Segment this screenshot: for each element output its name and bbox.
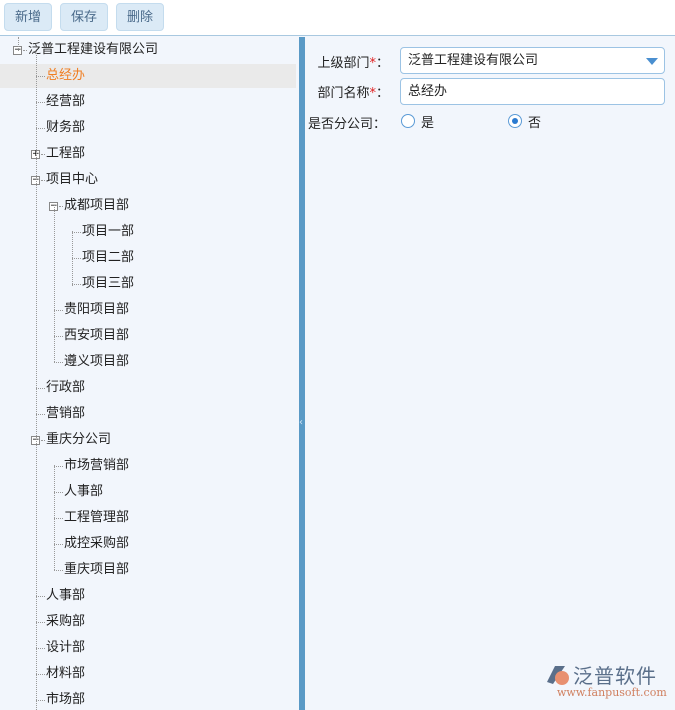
tree-line [54, 465, 55, 570]
parent-department-select[interactable]: 泛普工程建设有限公司 [400, 47, 665, 74]
tree-line [54, 362, 63, 363]
dropdown-caret-icon [646, 58, 658, 65]
tree-node-label: 西安项目部 [64, 328, 130, 343]
tree-node-label: 设计部 [46, 640, 86, 655]
tree-node[interactable]: 经营部 [0, 90, 296, 114]
tree-node-label: 行政部 [46, 380, 86, 395]
tree-line [54, 336, 63, 337]
tree-node[interactable]: − 成都项目部 [0, 194, 296, 218]
tree-line [54, 570, 63, 571]
department-form: 上级部门*： 泛普工程建设有限公司 部门名称*： 总经办 是否分公司： 是 否 [305, 37, 675, 710]
radio-yes-label: 是 [421, 116, 435, 131]
tree-node[interactable]: 重庆项目部 [0, 558, 296, 582]
tree-node-label: 人事部 [46, 588, 86, 603]
tree-line [36, 49, 37, 710]
tree-node-label: 总经办 [46, 68, 86, 83]
tree-line [36, 674, 45, 675]
tree-node-label: 人事部 [64, 484, 104, 499]
tree-node[interactable]: 西安项目部 [0, 324, 296, 348]
tree-node[interactable]: 人事部 [0, 480, 296, 504]
tree-node[interactable]: 工程管理部 [0, 506, 296, 530]
tree-line [54, 518, 63, 519]
tree-line [36, 102, 45, 103]
tree-node[interactable]: 市场营销部 [0, 454, 296, 478]
tree-node-label: 项目一部 [82, 224, 135, 239]
save-button[interactable]: 保存 [60, 3, 109, 31]
tree-node[interactable]: 营销部 [0, 402, 296, 426]
tree-node[interactable]: 成控采购部 [0, 532, 296, 556]
tree-node-label: 遵义项目部 [64, 354, 130, 369]
tree-node[interactable]: 项目三部 [0, 272, 296, 296]
tree-node-label: 重庆分公司 [46, 432, 112, 447]
radio-yes[interactable] [401, 114, 415, 128]
tree-node[interactable]: 项目二部 [0, 246, 296, 270]
radio-no-label: 否 [528, 116, 542, 131]
tree-line [72, 284, 81, 285]
tree-node[interactable]: 贵阳项目部 [0, 298, 296, 322]
tree-node-label: 市场部 [46, 692, 86, 707]
tree-node[interactable]: 遵义项目部 [0, 350, 296, 374]
toolbar: 新增 保存 删除 [0, 0, 675, 36]
tree-node[interactable]: 财务部 [0, 116, 296, 140]
tree-line [54, 492, 63, 493]
department-name-input[interactable]: 总经办 [400, 78, 665, 105]
tree-node-label: 市场营销部 [64, 458, 130, 473]
tree-node[interactable]: − 重庆分公司 [0, 428, 296, 452]
tree-node-label: 项目中心 [46, 172, 99, 187]
tree-line [18, 37, 19, 51]
tree-node[interactable]: − 项目中心 [0, 168, 296, 192]
delete-button[interactable]: 删除 [116, 3, 165, 31]
tree-node[interactable]: 设计部 [0, 636, 296, 660]
tree-node[interactable]: 材料部 [0, 662, 296, 686]
add-button[interactable]: 新增 [4, 3, 53, 31]
tree-node[interactable]: 项目一部 [0, 220, 296, 244]
tree-line [54, 466, 63, 467]
tree-node-label: 项目三部 [82, 276, 135, 291]
tree-node[interactable]: 采购部 [0, 610, 296, 634]
tree-node-label: 财务部 [46, 120, 86, 135]
tree-line [72, 232, 81, 233]
logo-icon [547, 666, 569, 685]
tree-node-label: 成控采购部 [64, 536, 130, 551]
collapse-arrow-icon[interactable]: ‹ [299, 417, 303, 428]
tree-line [36, 128, 45, 129]
tree-line [36, 648, 45, 649]
radio-no[interactable] [508, 114, 522, 128]
tree-node[interactable]: − 泛普工程建设有限公司 [0, 38, 296, 62]
tree-line [36, 414, 45, 415]
tree-node-label: 成都项目部 [64, 198, 130, 213]
tree-node-label: 工程部 [46, 146, 86, 161]
tree-node[interactable]: 行政部 [0, 376, 296, 400]
tree-line [54, 205, 55, 362]
tree-node-label: 泛普工程建设有限公司 [28, 42, 159, 57]
tree-line [72, 258, 81, 259]
tree-line [36, 700, 45, 701]
tree-line [36, 388, 45, 389]
tree-line [54, 310, 63, 311]
tree-node[interactable]: 总经办 [0, 64, 296, 88]
tree-node[interactable]: 市场部 [0, 688, 296, 710]
tree-line [54, 544, 63, 545]
tree-node[interactable]: 人事部 [0, 584, 296, 608]
tree-node-label: 项目二部 [82, 250, 135, 265]
department-tree: − 泛普工程建设有限公司 总经办 经营部 财务部 + 工程部 − 项目中心 − 成都项目部 项目一部项… [0, 37, 299, 710]
tree-node-label: 营销部 [46, 406, 86, 421]
tree-line [36, 76, 45, 77]
tree-node-label: 工程管理部 [64, 510, 130, 525]
name-label: 部门名称*： [317, 86, 389, 101]
tree-node[interactable]: + 工程部 [0, 142, 296, 166]
tree-node-label: 重庆项目部 [64, 562, 130, 577]
branch-label: 是否分公司： [307, 117, 386, 132]
tree-node-label: 经营部 [46, 94, 86, 109]
tree-line [36, 596, 45, 597]
parent-label: 上级部门*： [317, 56, 389, 71]
tree-node-label: 贵阳项目部 [64, 302, 130, 317]
tree-line [36, 622, 45, 623]
tree-line [72, 231, 73, 286]
tree-node-label: 材料部 [46, 666, 86, 681]
tree-node-label: 采购部 [46, 614, 86, 629]
